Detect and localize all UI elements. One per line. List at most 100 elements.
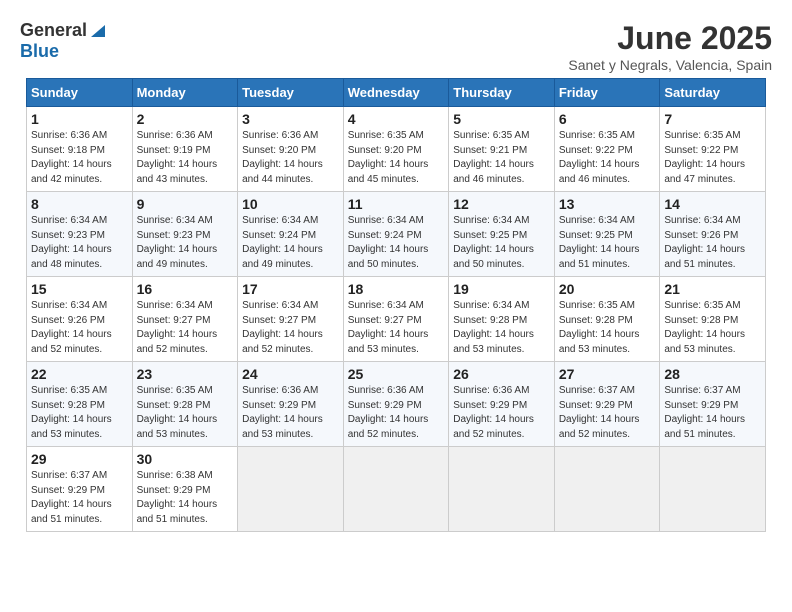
calendar-cell: 11 Sunrise: 6:34 AM Sunset: 9:24 PM Dayli… <box>343 192 449 277</box>
calendar-cell <box>343 447 449 532</box>
day-info: Sunrise: 6:34 AM Sunset: 9:26 PM Dayligh… <box>664 214 761 272</box>
calendar-table: SundayMondayTuesdayWednesdayThursdayFrid… <box>26 78 766 532</box>
day-number: 26 <box>453 366 550 382</box>
logo-triangle-icon <box>89 21 107 39</box>
day-number: 1 <box>31 111 128 127</box>
calendar-cell: 29 Sunrise: 6:37 AM Sunset: 9:29 PM Dayli… <box>27 447 133 532</box>
weekday-header-tuesday: Tuesday <box>238 79 344 107</box>
day-number: 13 <box>559 196 656 212</box>
day-info: Sunrise: 6:34 AM Sunset: 9:25 PM Dayligh… <box>453 214 550 272</box>
day-number: 28 <box>664 366 761 382</box>
calendar-cell: 6 Sunrise: 6:35 AM Sunset: 9:22 PM Daylig… <box>554 107 660 192</box>
day-number: 27 <box>559 366 656 382</box>
day-info: Sunrise: 6:38 AM Sunset: 9:29 PM Dayligh… <box>137 469 234 527</box>
calendar-week-row: 29 Sunrise: 6:37 AM Sunset: 9:29 PM Dayli… <box>27 447 766 532</box>
calendar-cell: 12 Sunrise: 6:34 AM Sunset: 9:25 PM Dayli… <box>449 192 555 277</box>
calendar-cell: 5 Sunrise: 6:35 AM Sunset: 9:21 PM Daylig… <box>449 107 555 192</box>
weekday-header-saturday: Saturday <box>660 79 766 107</box>
calendar-cell <box>554 447 660 532</box>
day-info: Sunrise: 6:35 AM Sunset: 9:22 PM Dayligh… <box>559 129 656 187</box>
logo-blue: Blue <box>20 41 59 61</box>
title-area: June 2025 Sanet y Negrals, Valencia, Spa… <box>568 20 772 73</box>
day-info: Sunrise: 6:37 AM Sunset: 9:29 PM Dayligh… <box>31 469 128 527</box>
day-info: Sunrise: 6:34 AM Sunset: 9:27 PM Dayligh… <box>242 299 339 357</box>
weekday-header-thursday: Thursday <box>449 79 555 107</box>
day-number: 12 <box>453 196 550 212</box>
day-number: 29 <box>31 451 128 467</box>
calendar-cell: 1 Sunrise: 6:36 AM Sunset: 9:18 PM Daylig… <box>27 107 133 192</box>
calendar-cell: 7 Sunrise: 6:35 AM Sunset: 9:22 PM Daylig… <box>660 107 766 192</box>
day-number: 14 <box>664 196 761 212</box>
weekday-header-friday: Friday <box>554 79 660 107</box>
day-number: 5 <box>453 111 550 127</box>
calendar-cell: 21 Sunrise: 6:35 AM Sunset: 9:28 PM Dayli… <box>660 277 766 362</box>
day-number: 25 <box>348 366 445 382</box>
day-info: Sunrise: 6:37 AM Sunset: 9:29 PM Dayligh… <box>664 384 761 442</box>
calendar-cell: 3Sunrise: 6:36 AM Sunset: 9:20 PM Daylig… <box>238 107 344 192</box>
calendar-cell: 19Sunrise: 6:34 AM Sunset: 9:28 PM Dayli… <box>449 277 555 362</box>
day-number: 3 <box>242 111 339 127</box>
calendar-cell <box>660 447 766 532</box>
calendar-cell: 15Sunrise: 6:34 AM Sunset: 9:26 PM Dayli… <box>27 277 133 362</box>
calendar-week-row: 1 Sunrise: 6:36 AM Sunset: 9:18 PM Daylig… <box>27 107 766 192</box>
day-number: 15 <box>31 281 128 297</box>
calendar-cell <box>449 447 555 532</box>
day-info: Sunrise: 6:34 AM Sunset: 9:24 PM Dayligh… <box>242 214 339 272</box>
weekday-header-wednesday: Wednesday <box>343 79 449 107</box>
calendar-cell: 16Sunrise: 6:34 AM Sunset: 9:27 PM Dayli… <box>132 277 238 362</box>
day-number: 4 <box>348 111 445 127</box>
day-number: 24 <box>242 366 339 382</box>
calendar-cell: 8Sunrise: 6:34 AM Sunset: 9:23 PM Daylig… <box>27 192 133 277</box>
calendar-subtitle: Sanet y Negrals, Valencia, Spain <box>568 57 772 73</box>
day-info: Sunrise: 6:35 AM Sunset: 9:28 PM Dayligh… <box>31 384 128 442</box>
day-info: Sunrise: 6:35 AM Sunset: 9:28 PM Dayligh… <box>664 299 761 357</box>
calendar-title: June 2025 <box>568 20 772 57</box>
weekday-header-sunday: Sunday <box>27 79 133 107</box>
day-info: Sunrise: 6:36 AM Sunset: 9:18 PM Dayligh… <box>31 129 128 187</box>
day-number: 19 <box>453 281 550 297</box>
calendar-cell: 13 Sunrise: 6:34 AM Sunset: 9:25 PM Dayli… <box>554 192 660 277</box>
weekday-header-row: SundayMondayTuesdayWednesdayThursdayFrid… <box>27 79 766 107</box>
calendar-cell: 23 Sunrise: 6:35 AM Sunset: 9:28 PM Dayli… <box>132 362 238 447</box>
calendar-cell: 10Sunrise: 6:34 AM Sunset: 9:24 PM Dayli… <box>238 192 344 277</box>
day-info: Sunrise: 6:36 AM Sunset: 9:29 PM Dayligh… <box>348 384 445 442</box>
day-number: 17 <box>242 281 339 297</box>
logo: General Blue <box>20 20 107 62</box>
day-info: Sunrise: 6:34 AM Sunset: 9:25 PM Dayligh… <box>559 214 656 272</box>
calendar-week-row: 8 Sunrise: 6:34 AM Sunset: 9:23 PM Daylig… <box>27 192 766 277</box>
day-info: Sunrise: 6:35 AM Sunset: 9:28 PM Dayligh… <box>137 384 234 442</box>
day-info: Sunrise: 6:37 AM Sunset: 9:29 PM Dayligh… <box>559 384 656 442</box>
calendar-week-row: 15Sunrise: 6:34 AM Sunset: 9:26 PM Dayli… <box>27 277 766 362</box>
calendar-container: SundayMondayTuesdayWednesdayThursdayFrid… <box>10 78 782 532</box>
calendar-cell: 9Sunrise: 6:34 AM Sunset: 9:23 PM Daylig… <box>132 192 238 277</box>
day-number: 22 <box>31 366 128 382</box>
calendar-cell: 24 Sunrise: 6:36 AM Sunset: 9:29 PM Dayli… <box>238 362 344 447</box>
calendar-cell <box>238 447 344 532</box>
calendar-cell: 27 Sunrise: 6:37 AM Sunset: 9:29 PM Dayli… <box>554 362 660 447</box>
day-number: 23 <box>137 366 234 382</box>
day-number: 6 <box>559 111 656 127</box>
day-info: Sunrise: 6:36 AM Sunset: 9:29 PM Dayligh… <box>453 384 550 442</box>
day-number: 7 <box>664 111 761 127</box>
day-info: Sunrise: 6:34 AM Sunset: 9:23 PM Dayligh… <box>137 214 234 272</box>
calendar-cell: 2Sunrise: 6:36 AM Sunset: 9:19 PM Daylig… <box>132 107 238 192</box>
logo-general: General <box>20 20 87 41</box>
day-info: Sunrise: 6:36 AM Sunset: 9:29 PM Dayligh… <box>242 384 339 442</box>
day-info: Sunrise: 6:34 AM Sunset: 9:24 PM Dayligh… <box>348 214 445 272</box>
header: General Blue June 2025 Sanet y Negrals, … <box>10 10 782 78</box>
calendar-cell: 22 Sunrise: 6:35 AM Sunset: 9:28 PM Dayli… <box>27 362 133 447</box>
calendar-cell: 28 Sunrise: 6:37 AM Sunset: 9:29 PM Dayli… <box>660 362 766 447</box>
calendar-cell: 17 Sunrise: 6:34 AM Sunset: 9:27 PM Dayli… <box>238 277 344 362</box>
day-number: 11 <box>348 196 445 212</box>
day-number: 30 <box>137 451 234 467</box>
day-number: 8 <box>31 196 128 212</box>
day-number: 21 <box>664 281 761 297</box>
day-info: Sunrise: 6:34 AM Sunset: 9:27 PM Dayligh… <box>137 299 234 357</box>
calendar-week-row: 22 Sunrise: 6:35 AM Sunset: 9:28 PM Dayli… <box>27 362 766 447</box>
day-info: Sunrise: 6:35 AM Sunset: 9:21 PM Dayligh… <box>453 129 550 187</box>
calendar-cell: 25 Sunrise: 6:36 AM Sunset: 9:29 PM Dayli… <box>343 362 449 447</box>
day-number: 18 <box>348 281 445 297</box>
day-info: Sunrise: 6:35 AM Sunset: 9:28 PM Dayligh… <box>559 299 656 357</box>
day-info: Sunrise: 6:35 AM Sunset: 9:22 PM Dayligh… <box>664 129 761 187</box>
day-info: Sunrise: 6:36 AM Sunset: 9:19 PM Dayligh… <box>137 129 234 187</box>
